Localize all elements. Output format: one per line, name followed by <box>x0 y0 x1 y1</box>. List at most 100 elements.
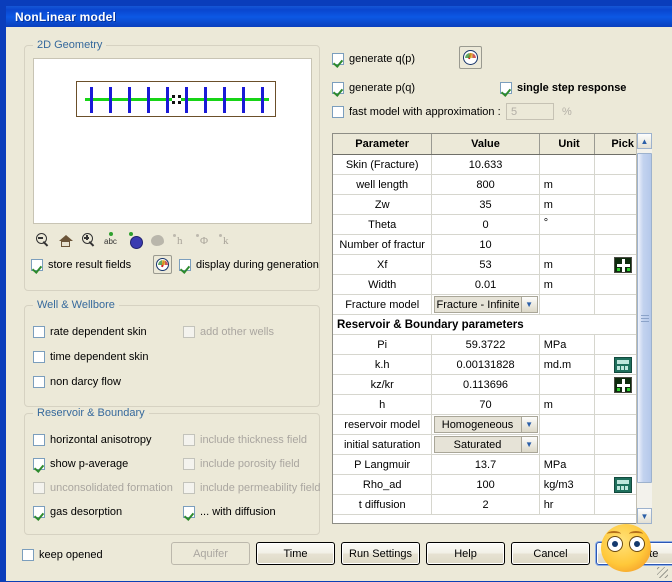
shape-icon[interactable] <box>150 232 166 248</box>
cancel-button[interactable]: Cancel <box>511 542 590 565</box>
cell-value[interactable]: 0.00131828 <box>432 355 540 374</box>
table-row[interactable]: P Langmuir 13.7 MPa <box>333 455 651 475</box>
horizontal-anisotropy-checkbox[interactable]: horizontal anisotropy <box>33 434 152 446</box>
generate-button[interactable]: Generate <box>596 542 672 565</box>
checkbox-box[interactable] <box>33 434 45 446</box>
checkbox-box[interactable] <box>22 549 34 561</box>
generate-qp-checkbox[interactable]: generate q(p) <box>332 53 415 65</box>
gauge-icon[interactable] <box>459 46 482 69</box>
initial-saturation-dropdown[interactable]: Saturated ▼ <box>433 436 538 453</box>
table-row[interactable]: Number of fractur 10 <box>333 235 651 255</box>
time-button[interactable]: Time <box>256 542 335 565</box>
checkbox-box[interactable] <box>33 326 45 338</box>
cell-value[interactable]: 53 <box>432 255 540 274</box>
abc-icon[interactable]: abc <box>104 232 120 248</box>
cell-value[interactable]: 100 <box>432 475 540 494</box>
table-row[interactable]: initial saturation Saturated ▼ <box>333 435 651 455</box>
geometry-canvas[interactable] <box>33 58 312 224</box>
checkbox-box[interactable] <box>33 351 45 363</box>
crosshair-pick-icon[interactable] <box>614 376 633 393</box>
run-settings-button[interactable]: Run Settings <box>341 542 420 565</box>
table-row[interactable]: Pi 59.3722 MPa <box>333 335 651 355</box>
k-icon[interactable]: k <box>219 232 235 248</box>
cell-value[interactable]: Saturated ▼ <box>432 435 540 454</box>
generate-pq-checkbox[interactable]: generate p(q) <box>332 82 415 94</box>
zoom-in-icon[interactable] <box>81 232 97 248</box>
table-row[interactable]: kz/kr 0.113696 <box>333 375 651 395</box>
scrollbar-thumb[interactable] <box>637 153 652 483</box>
chevron-down-icon[interactable]: ▼ <box>520 437 537 452</box>
checkbox-box[interactable] <box>33 506 45 518</box>
keep-opened-checkbox[interactable]: keep opened <box>22 549 103 561</box>
calculator-icon[interactable] <box>614 476 633 493</box>
crosshair-pick-icon[interactable] <box>614 256 633 273</box>
cell-value[interactable]: 0 <box>432 215 540 234</box>
table-row[interactable]: Rho_ad 100 kg/m3 <box>333 475 651 495</box>
checkbox-box[interactable] <box>332 53 344 65</box>
help-button[interactable]: Help <box>426 542 505 565</box>
checkbox-box[interactable] <box>33 376 45 388</box>
non-darcy-flow-checkbox[interactable]: non darcy flow <box>33 376 121 388</box>
fast-model-checkbox[interactable]: fast model with approximation : <box>332 106 501 118</box>
time-dependent-skin-checkbox[interactable]: time dependent skin <box>33 351 148 363</box>
cell-value[interactable]: 2 <box>432 495 540 514</box>
cell-value[interactable]: 10 <box>432 235 540 254</box>
column-header-unit[interactable]: Unit <box>540 134 596 154</box>
chevron-down-icon[interactable]: ▼ <box>520 297 537 312</box>
checkbox-box[interactable] <box>31 259 43 271</box>
table-row[interactable]: well length 800 m <box>333 175 651 195</box>
cell-value[interactable]: Fracture - Infinite c ▼ <box>432 295 540 314</box>
parameter-table[interactable]: Parameter Value Unit Pick Skin (Fracture… <box>332 133 652 524</box>
grid-icon[interactable] <box>127 232 143 249</box>
table-row[interactable]: Zw 35 m <box>333 195 651 215</box>
table-row[interactable]: k.h 0.00131828 md.m <box>333 355 651 375</box>
cell-value[interactable]: 70 <box>432 395 540 414</box>
rate-dependent-skin-checkbox[interactable]: rate dependent skin <box>33 326 147 338</box>
fast-model-percent-input[interactable]: 5 <box>506 103 554 120</box>
checkbox-box[interactable] <box>179 259 191 271</box>
calculator-icon[interactable] <box>614 356 633 373</box>
checkbox-box[interactable] <box>332 82 344 94</box>
cell-value[interactable]: Homogeneous ▼ <box>432 415 540 434</box>
store-result-fields-checkbox[interactable]: store result fields <box>31 259 131 271</box>
table-row[interactable]: Xf 53 m <box>333 255 651 275</box>
table-row[interactable]: Width 0.01 m <box>333 275 651 295</box>
checkbox-box[interactable] <box>183 506 195 518</box>
single-step-response-checkbox[interactable]: single step response <box>500 82 626 94</box>
checkbox-box[interactable] <box>332 106 344 118</box>
zoom-out-icon[interactable] <box>35 232 51 248</box>
table-row[interactable]: Fracture model Fracture - Infinite c ▼ <box>333 295 651 315</box>
checkbox-box[interactable] <box>500 82 512 94</box>
reservoir-model-dropdown[interactable]: Homogeneous ▼ <box>433 416 538 433</box>
cell-value[interactable]: 59.3722 <box>432 335 540 354</box>
table-row[interactable]: Skin (Fracture) 10.633 <box>333 155 651 175</box>
table-row[interactable]: t diffusion 2 hr <box>333 495 651 515</box>
cell-value[interactable]: 10.633 <box>432 155 540 174</box>
column-header-parameter[interactable]: Parameter <box>333 134 433 154</box>
home-icon[interactable] <box>58 232 74 248</box>
with-diffusion-checkbox[interactable]: ... with diffusion <box>183 506 276 518</box>
resize-grip[interactable] <box>657 567 668 578</box>
checkbox-box[interactable] <box>33 458 45 470</box>
cell-value[interactable]: 35 <box>432 195 540 214</box>
display-during-generation-checkbox[interactable]: display during generation <box>179 259 319 271</box>
table-scrollbar[interactable]: ▲ ▼ <box>636 133 652 524</box>
scroll-down-button[interactable]: ▼ <box>637 508 652 524</box>
cell-value[interactable]: 0.01 <box>432 275 540 294</box>
cell-value[interactable]: 800 <box>432 175 540 194</box>
fracture-model-dropdown[interactable]: Fracture - Infinite c ▼ <box>433 296 538 313</box>
table-row[interactable]: h 70 m <box>333 395 651 415</box>
show-p-average-checkbox[interactable]: show p-average <box>33 458 128 470</box>
chevron-down-icon[interactable]: ▼ <box>520 417 537 432</box>
column-header-value[interactable]: Value <box>432 134 540 154</box>
scroll-up-button[interactable]: ▲ <box>637 133 652 149</box>
table-row[interactable]: reservoir model Homogeneous ▼ <box>333 415 651 435</box>
gauge-icon[interactable] <box>153 255 172 274</box>
gas-desorption-checkbox[interactable]: gas desorption <box>33 506 122 518</box>
cell-value[interactable]: 13.7 <box>432 455 540 474</box>
h-icon[interactable]: h <box>173 232 189 248</box>
phi-icon[interactable]: Φ <box>196 232 212 248</box>
table-row[interactable]: Theta 0 ° <box>333 215 651 235</box>
include-thickness-field-label: include thickness field <box>200 434 308 446</box>
cell-value[interactable]: 0.113696 <box>432 375 540 394</box>
